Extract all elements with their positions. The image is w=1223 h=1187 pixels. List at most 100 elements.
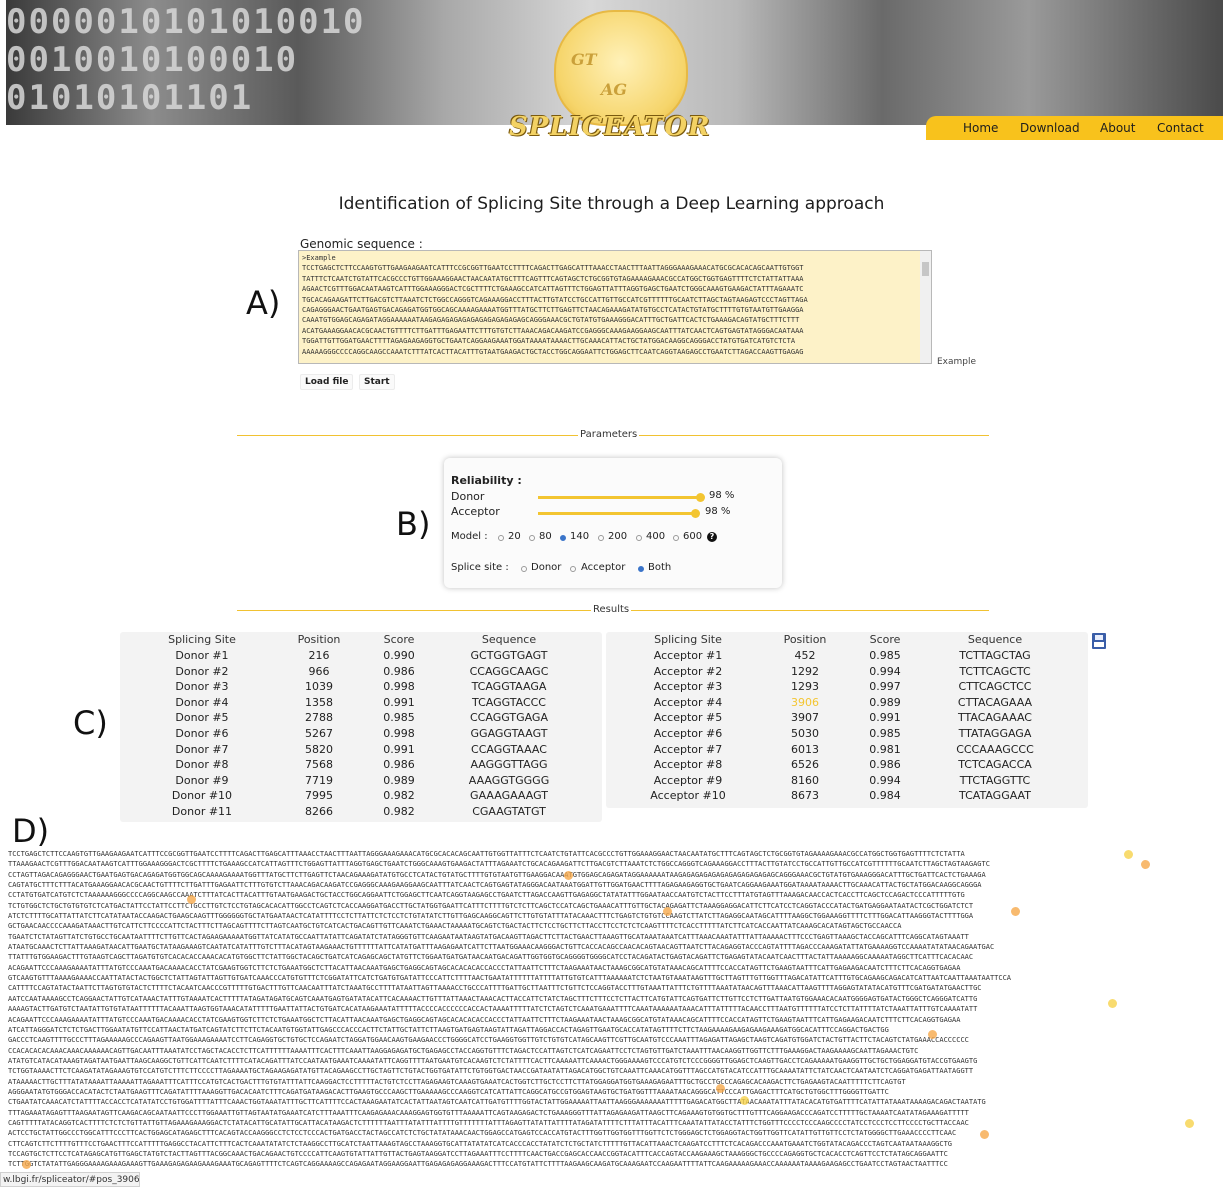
donor-cell: CGAAGTATGT: [472, 805, 546, 818]
donor-cell: Donor #9: [175, 773, 229, 787]
splice-site-marker[interactable]: [1108, 999, 1117, 1008]
donor-slider-handle[interactable]: [696, 493, 705, 502]
model-20-label: 20: [508, 531, 521, 542]
model-200-radio[interactable]: [598, 535, 604, 541]
donor-cell: 0.989: [383, 773, 415, 787]
acceptor-reliability-value: 98 %: [705, 506, 731, 517]
donor-reliability-value: 98 %: [709, 490, 735, 501]
splice-site-marker[interactable]: [22, 1160, 31, 1169]
donor-cell: Donor #6: [175, 727, 229, 740]
annotation-d: D): [12, 812, 50, 850]
model-20-radio[interactable]: [498, 535, 504, 541]
model-80-label: 80: [539, 531, 552, 542]
donor-cell: Donor #7: [175, 742, 229, 756]
annotation-c: C): [73, 704, 108, 742]
donor-cell: TCAGGTAAGA: [471, 680, 547, 694]
donor-cell[interactable]: 5267: [270, 727, 368, 740]
splice-donor-radio[interactable]: [521, 566, 527, 572]
acceptor-cell[interactable]: 5030: [756, 727, 854, 740]
donor-cell[interactable]: 2788: [270, 711, 368, 724]
sequence-scrollbar-thumb[interactable]: [922, 262, 929, 276]
start-button[interactable]: Start: [359, 374, 395, 390]
help-icon[interactable]: ?: [707, 532, 717, 542]
donor-cell[interactable]: 1039: [270, 680, 368, 693]
donor-cell[interactable]: 8266: [270, 805, 368, 818]
model-600-radio[interactable]: [673, 535, 679, 541]
logo-ag-text: AG: [601, 80, 628, 99]
acceptor-cell: 0.985: [869, 727, 901, 740]
nav-download-link[interactable]: Download: [1020, 121, 1080, 135]
model-400-radio[interactable]: [636, 535, 642, 541]
donor-cell[interactable]: 7995: [270, 789, 368, 802]
donor-cell: 0.986: [383, 758, 415, 772]
example-link[interactable]: Example: [937, 357, 976, 367]
acceptor-cell: 0.997: [869, 680, 901, 694]
binary-decoration: 0010010100010: [6, 40, 299, 80]
donor-cell: AAGGGTTAGG: [470, 758, 548, 772]
acceptor-cell[interactable]: 6013: [756, 743, 854, 756]
acceptor-cell[interactable]: 3907: [756, 711, 854, 724]
splice-site-marker[interactable]: [1141, 860, 1150, 869]
nav-contact-link[interactable]: Contact: [1157, 121, 1204, 135]
splice-site-marker[interactable]: [716, 1084, 725, 1093]
acceptor-cell: CTTCAGCTCC: [958, 680, 1032, 694]
page-title: Identification of Splicing Site through …: [338, 194, 885, 214]
acceptor-cell[interactable]: 1292: [756, 665, 854, 678]
donor-cell[interactable]: 216: [270, 649, 368, 662]
site-header: 0000010101010010 0010010100010 010101011…: [6, 0, 1223, 142]
donor-cell[interactable]: 5820: [270, 743, 368, 756]
acceptor-header-0: Splicing Site: [654, 633, 722, 646]
splice-site-marker[interactable]: [1185, 1119, 1194, 1128]
donor-cell: 0.991: [383, 742, 415, 756]
donor-cell: 0.985: [383, 711, 415, 725]
acceptor-cell[interactable]: 8673: [756, 789, 854, 802]
splice-acceptor-radio[interactable]: [570, 566, 576, 572]
donor-cell[interactable]: 7719: [270, 774, 368, 787]
splice-site-marker[interactable]: [187, 895, 196, 904]
donor-cell: 0.991: [383, 695, 415, 709]
acceptor-reliability-label: Acceptor: [451, 505, 500, 518]
donor-cell: 0.982: [383, 805, 415, 818]
splice-both-label: Both: [648, 562, 672, 573]
acceptor-cell: CTTACAGAAA: [957, 695, 1033, 709]
donor-cell[interactable]: 1358: [270, 696, 368, 709]
splice-site-marker[interactable]: [1011, 907, 1020, 916]
donor-cell: Donor #1: [175, 649, 229, 662]
acceptor-cell: Acceptor #6: [653, 727, 723, 740]
acceptor-cell[interactable]: 3906: [756, 696, 854, 709]
donor-cell[interactable]: 7568: [270, 758, 368, 771]
save-icon[interactable]: [1092, 633, 1106, 649]
acceptor-cell: TTATAGGAGA: [958, 727, 1032, 740]
splice-donor-label: Donor: [531, 562, 562, 573]
splice-site-marker[interactable]: [663, 907, 672, 916]
acceptor-header-2: Score: [869, 633, 901, 646]
acceptor-slider-handle[interactable]: [691, 509, 700, 518]
splice-site-marker[interactable]: [740, 1096, 749, 1105]
donor-cell: 0.998: [383, 680, 415, 694]
acceptor-cell: TTCTAGGTTC: [959, 773, 1031, 787]
donor-cell: Donor #11: [171, 805, 233, 818]
donor-header-2: Score: [383, 633, 415, 646]
load-file-button[interactable]: Load file: [300, 374, 354, 390]
acceptor-cell[interactable]: 1293: [756, 680, 854, 693]
sequence-label: Genomic sequence :: [300, 237, 423, 251]
model-140-radio[interactable]: [560, 535, 566, 541]
acceptor-cell: Acceptor #9: [653, 773, 723, 787]
donor-cell: 0.998: [383, 727, 415, 740]
model-80-radio[interactable]: [529, 535, 535, 541]
acceptor-header-1: Position: [783, 633, 827, 646]
acceptor-cell[interactable]: 452: [756, 649, 854, 662]
acceptor-cell[interactable]: 8160: [756, 774, 854, 787]
splice-site-marker[interactable]: [980, 1130, 989, 1139]
logo-gt-text: GT: [571, 50, 597, 69]
donor-cell[interactable]: 966: [270, 665, 368, 678]
sequence-textarea[interactable]: >Example TCCTGAGCTCTTCCAAGTGTTGAAGAAGAAT…: [298, 250, 932, 364]
splice-site-marker[interactable]: [1124, 850, 1133, 859]
nav-home-link[interactable]: Home: [963, 121, 998, 135]
acceptor-cell[interactable]: 6526: [756, 758, 854, 771]
splice-site-marker[interactable]: [564, 871, 573, 880]
splice-site-marker[interactable]: [928, 1030, 937, 1039]
acceptor-cell: Acceptor #8: [653, 758, 723, 772]
splice-both-radio[interactable]: [638, 566, 644, 572]
nav-about-link[interactable]: About: [1100, 121, 1135, 135]
